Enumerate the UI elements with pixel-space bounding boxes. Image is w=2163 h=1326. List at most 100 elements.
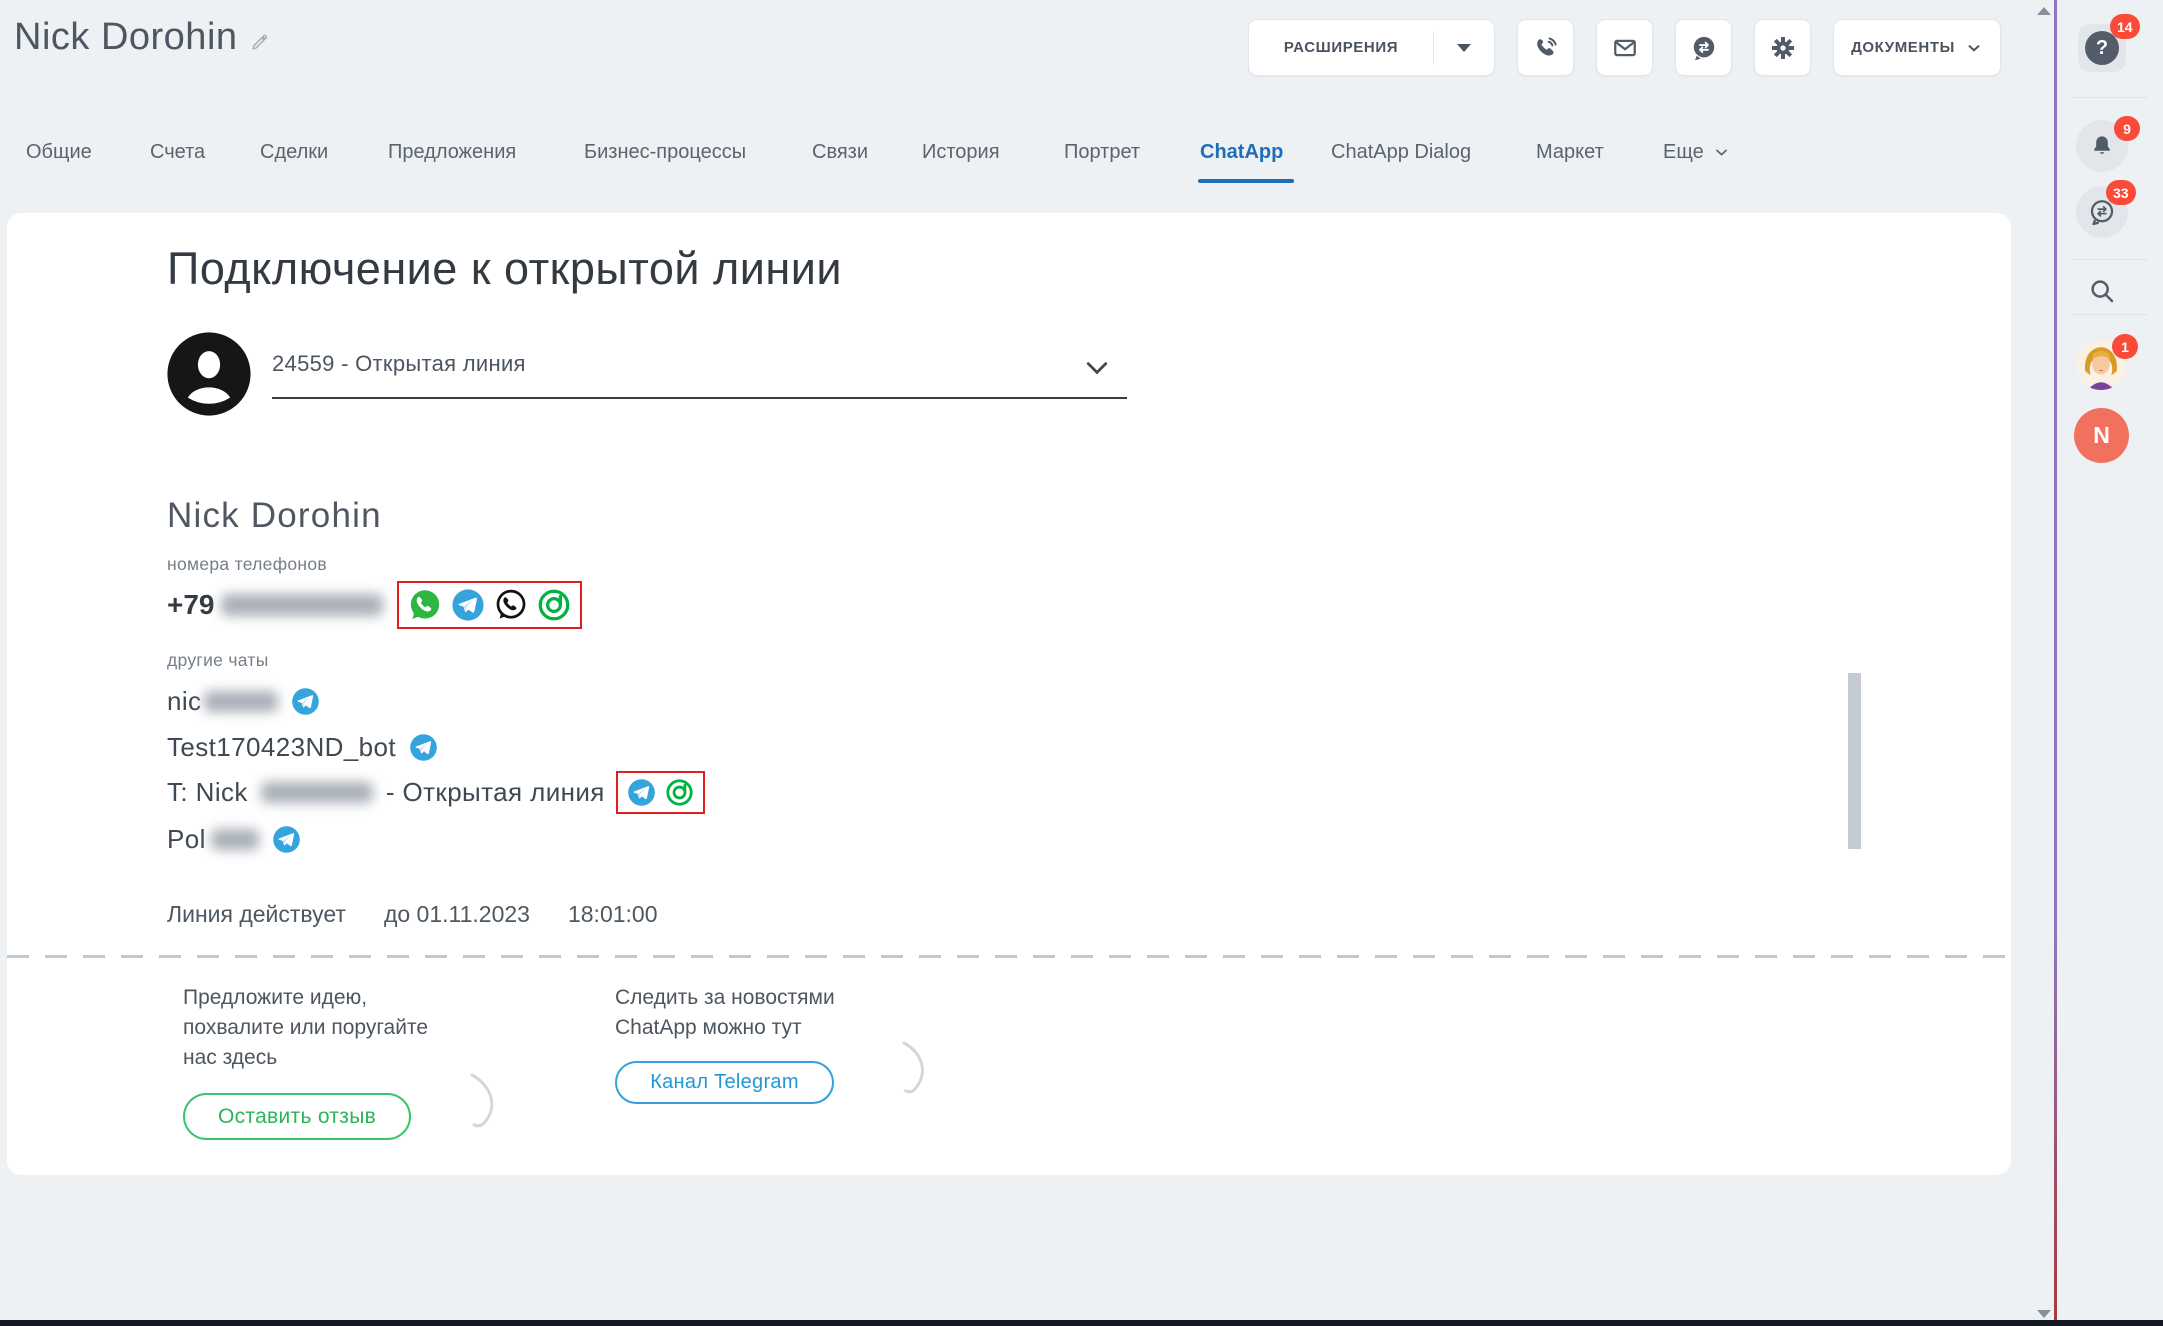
edit-title-icon[interactable] xyxy=(250,32,270,52)
email-button[interactable] xyxy=(1596,19,1653,76)
contact-name: Nick Dorohin xyxy=(167,496,382,536)
content-scrollbar-thumb[interactable] xyxy=(1848,673,1861,849)
sidebar-divider xyxy=(2070,97,2148,98)
tab-sdelki[interactable]: Сделки xyxy=(260,141,328,164)
notifications-badge: 9 xyxy=(2114,116,2140,141)
tab-more[interactable]: Еще xyxy=(1663,141,1730,164)
feedback-news-line: Следить за новостями xyxy=(615,983,835,1013)
scroll-down-arrow[interactable] xyxy=(2037,1310,2051,1318)
search-button[interactable] xyxy=(2087,276,2117,306)
phone-row: +79 xyxy=(167,579,582,631)
chat-transfer-button[interactable] xyxy=(1675,19,1732,76)
right-toolbar: ? 14 9 33 xyxy=(2057,0,2163,1326)
open-line-select-value: 24559 - Открытая линия xyxy=(272,351,1135,377)
tab-biznes-processy[interactable]: Бизнес-процессы xyxy=(584,141,746,164)
settings-button[interactable] xyxy=(1754,19,1811,76)
chat-name-blurred xyxy=(211,829,259,850)
line-status: Линия действует до 01.11.2023 18:01:00 xyxy=(167,901,658,928)
chat-name: Test170423ND_bot xyxy=(167,732,396,763)
tab-chatapp[interactable]: ChatApp xyxy=(1200,141,1283,164)
feedback-idea-line: похвалите или поругайте xyxy=(183,1013,428,1043)
dashed-divider xyxy=(7,955,2011,958)
line-status-time: 18:01:00 xyxy=(568,901,658,928)
profile-button[interactable]: N xyxy=(2074,408,2129,463)
feedback-idea-line: нас здесь xyxy=(183,1043,428,1073)
scroll-up-arrow[interactable] xyxy=(2037,7,2051,15)
decorative-curve xyxy=(899,1041,933,1097)
chat-transfer-icon xyxy=(1689,33,1719,63)
feedback-news-text: Следить за новостями ChatApp можно тут xyxy=(615,983,835,1043)
envelope-icon xyxy=(1610,33,1640,63)
feedback-idea-text: Предложите идею, похвалите или поругайте… xyxy=(183,983,428,1073)
telegram-icon[interactable] xyxy=(272,825,301,854)
tab-more-label: Еще xyxy=(1663,141,1704,164)
leave-review-button[interactable]: Оставить отзыв xyxy=(183,1093,411,1140)
chat-row: T: Nick - Открытая линия xyxy=(167,773,705,811)
tab-chatapp-dialog[interactable]: ChatApp Dialog xyxy=(1331,141,1471,164)
tab-market[interactable]: Маркет xyxy=(1536,141,1604,164)
pencil-icon xyxy=(250,32,270,52)
tab-istoriya[interactable]: История xyxy=(922,141,1000,164)
phone-number: +79 xyxy=(167,589,215,621)
line-status-label: Линия действует xyxy=(167,901,346,928)
tab-svyazi[interactable]: Связи xyxy=(812,141,868,164)
phones-label: номера телефонов xyxy=(167,554,327,575)
call-button[interactable] xyxy=(1517,19,1574,76)
chat-row: Pol xyxy=(167,820,301,858)
feedback-idea-line: Предложите идею, xyxy=(183,983,428,1013)
decorative-curve xyxy=(467,1073,503,1131)
page-title: Nick Dorohin xyxy=(14,16,270,59)
contact-title-text: Nick Dorohin xyxy=(14,16,238,59)
chevron-down-icon xyxy=(1965,39,1983,57)
sidebar-divider xyxy=(2070,259,2148,260)
person-avatar-icon xyxy=(166,331,252,417)
telegram-icon[interactable] xyxy=(409,733,438,762)
select-underline xyxy=(272,397,1127,399)
chat-name-blurred xyxy=(204,691,278,712)
telegram-channel-button[interactable]: Канал Telegram xyxy=(615,1061,834,1104)
chat-row: Test170423ND_bot xyxy=(167,728,438,766)
help-badge: 14 xyxy=(2110,14,2140,39)
bell-icon xyxy=(2088,132,2116,160)
chat-row: nic xyxy=(167,682,320,720)
phone-messengers-highlight-box xyxy=(397,581,582,629)
other-chats-label: другие чаты xyxy=(167,650,269,671)
telegram-icon[interactable] xyxy=(291,687,320,716)
extensions-button[interactable]: РАСШИРЕНИЯ xyxy=(1248,19,1495,76)
panel-heading: Подключение к открытой линии xyxy=(167,243,842,295)
telegram-icon[interactable] xyxy=(627,778,656,807)
documents-button-label: ДОКУМЕНТЫ xyxy=(1851,39,1955,56)
chat-name-blurred xyxy=(261,782,373,803)
chat-name-prefix: T: Nick xyxy=(167,777,248,808)
tab-obshchie[interactable]: Общие xyxy=(26,141,92,164)
gear-icon xyxy=(1768,33,1798,63)
tab-portret[interactable]: Портрет xyxy=(1064,141,1140,164)
feedback-news-line: ChatApp можно тут xyxy=(615,1013,835,1043)
open-line-avatar xyxy=(166,331,252,417)
chevron-down-icon xyxy=(1082,353,1112,383)
open-line-select[interactable]: 24559 - Открытая линия xyxy=(272,351,1135,399)
chatapp-icon[interactable] xyxy=(665,778,694,807)
chatapp-icon[interactable] xyxy=(537,588,571,622)
chat-name: Pol xyxy=(167,824,206,855)
crm-contact-page: Nick Dorohin РАСШИРЕНИЯ xyxy=(0,0,2163,1326)
active-tab-underline xyxy=(1198,179,1294,183)
chat-messengers-highlight-box xyxy=(616,771,705,814)
chevron-down-icon xyxy=(1713,144,1730,161)
tab-predlozheniya[interactable]: Предложения xyxy=(388,141,516,164)
extensions-dropdown-toggle[interactable] xyxy=(1434,44,1494,52)
avatar-badge: 1 xyxy=(2112,334,2138,359)
extensions-button-label: РАСШИРЕНИЯ xyxy=(1249,39,1433,56)
chat-name: nic xyxy=(167,686,201,717)
documents-button[interactable]: ДОКУМЕНТЫ xyxy=(1833,19,2001,76)
tab-scheta[interactable]: Счета xyxy=(150,141,205,164)
caret-down-icon xyxy=(1457,44,1471,52)
chatapp-panel: Подключение к открытой линии 24559 - Отк… xyxy=(7,213,2011,1175)
bottom-bar xyxy=(0,1320,2163,1326)
header-actions: РАСШИРЕНИЯ xyxy=(1248,19,2001,76)
telegram-icon[interactable] xyxy=(451,588,485,622)
whatsapp-icon[interactable] xyxy=(408,588,442,622)
whatsapp-outline-icon[interactable] xyxy=(494,588,528,622)
line-status-until: до 01.11.2023 xyxy=(384,901,530,928)
phone-number-blurred xyxy=(221,594,383,616)
